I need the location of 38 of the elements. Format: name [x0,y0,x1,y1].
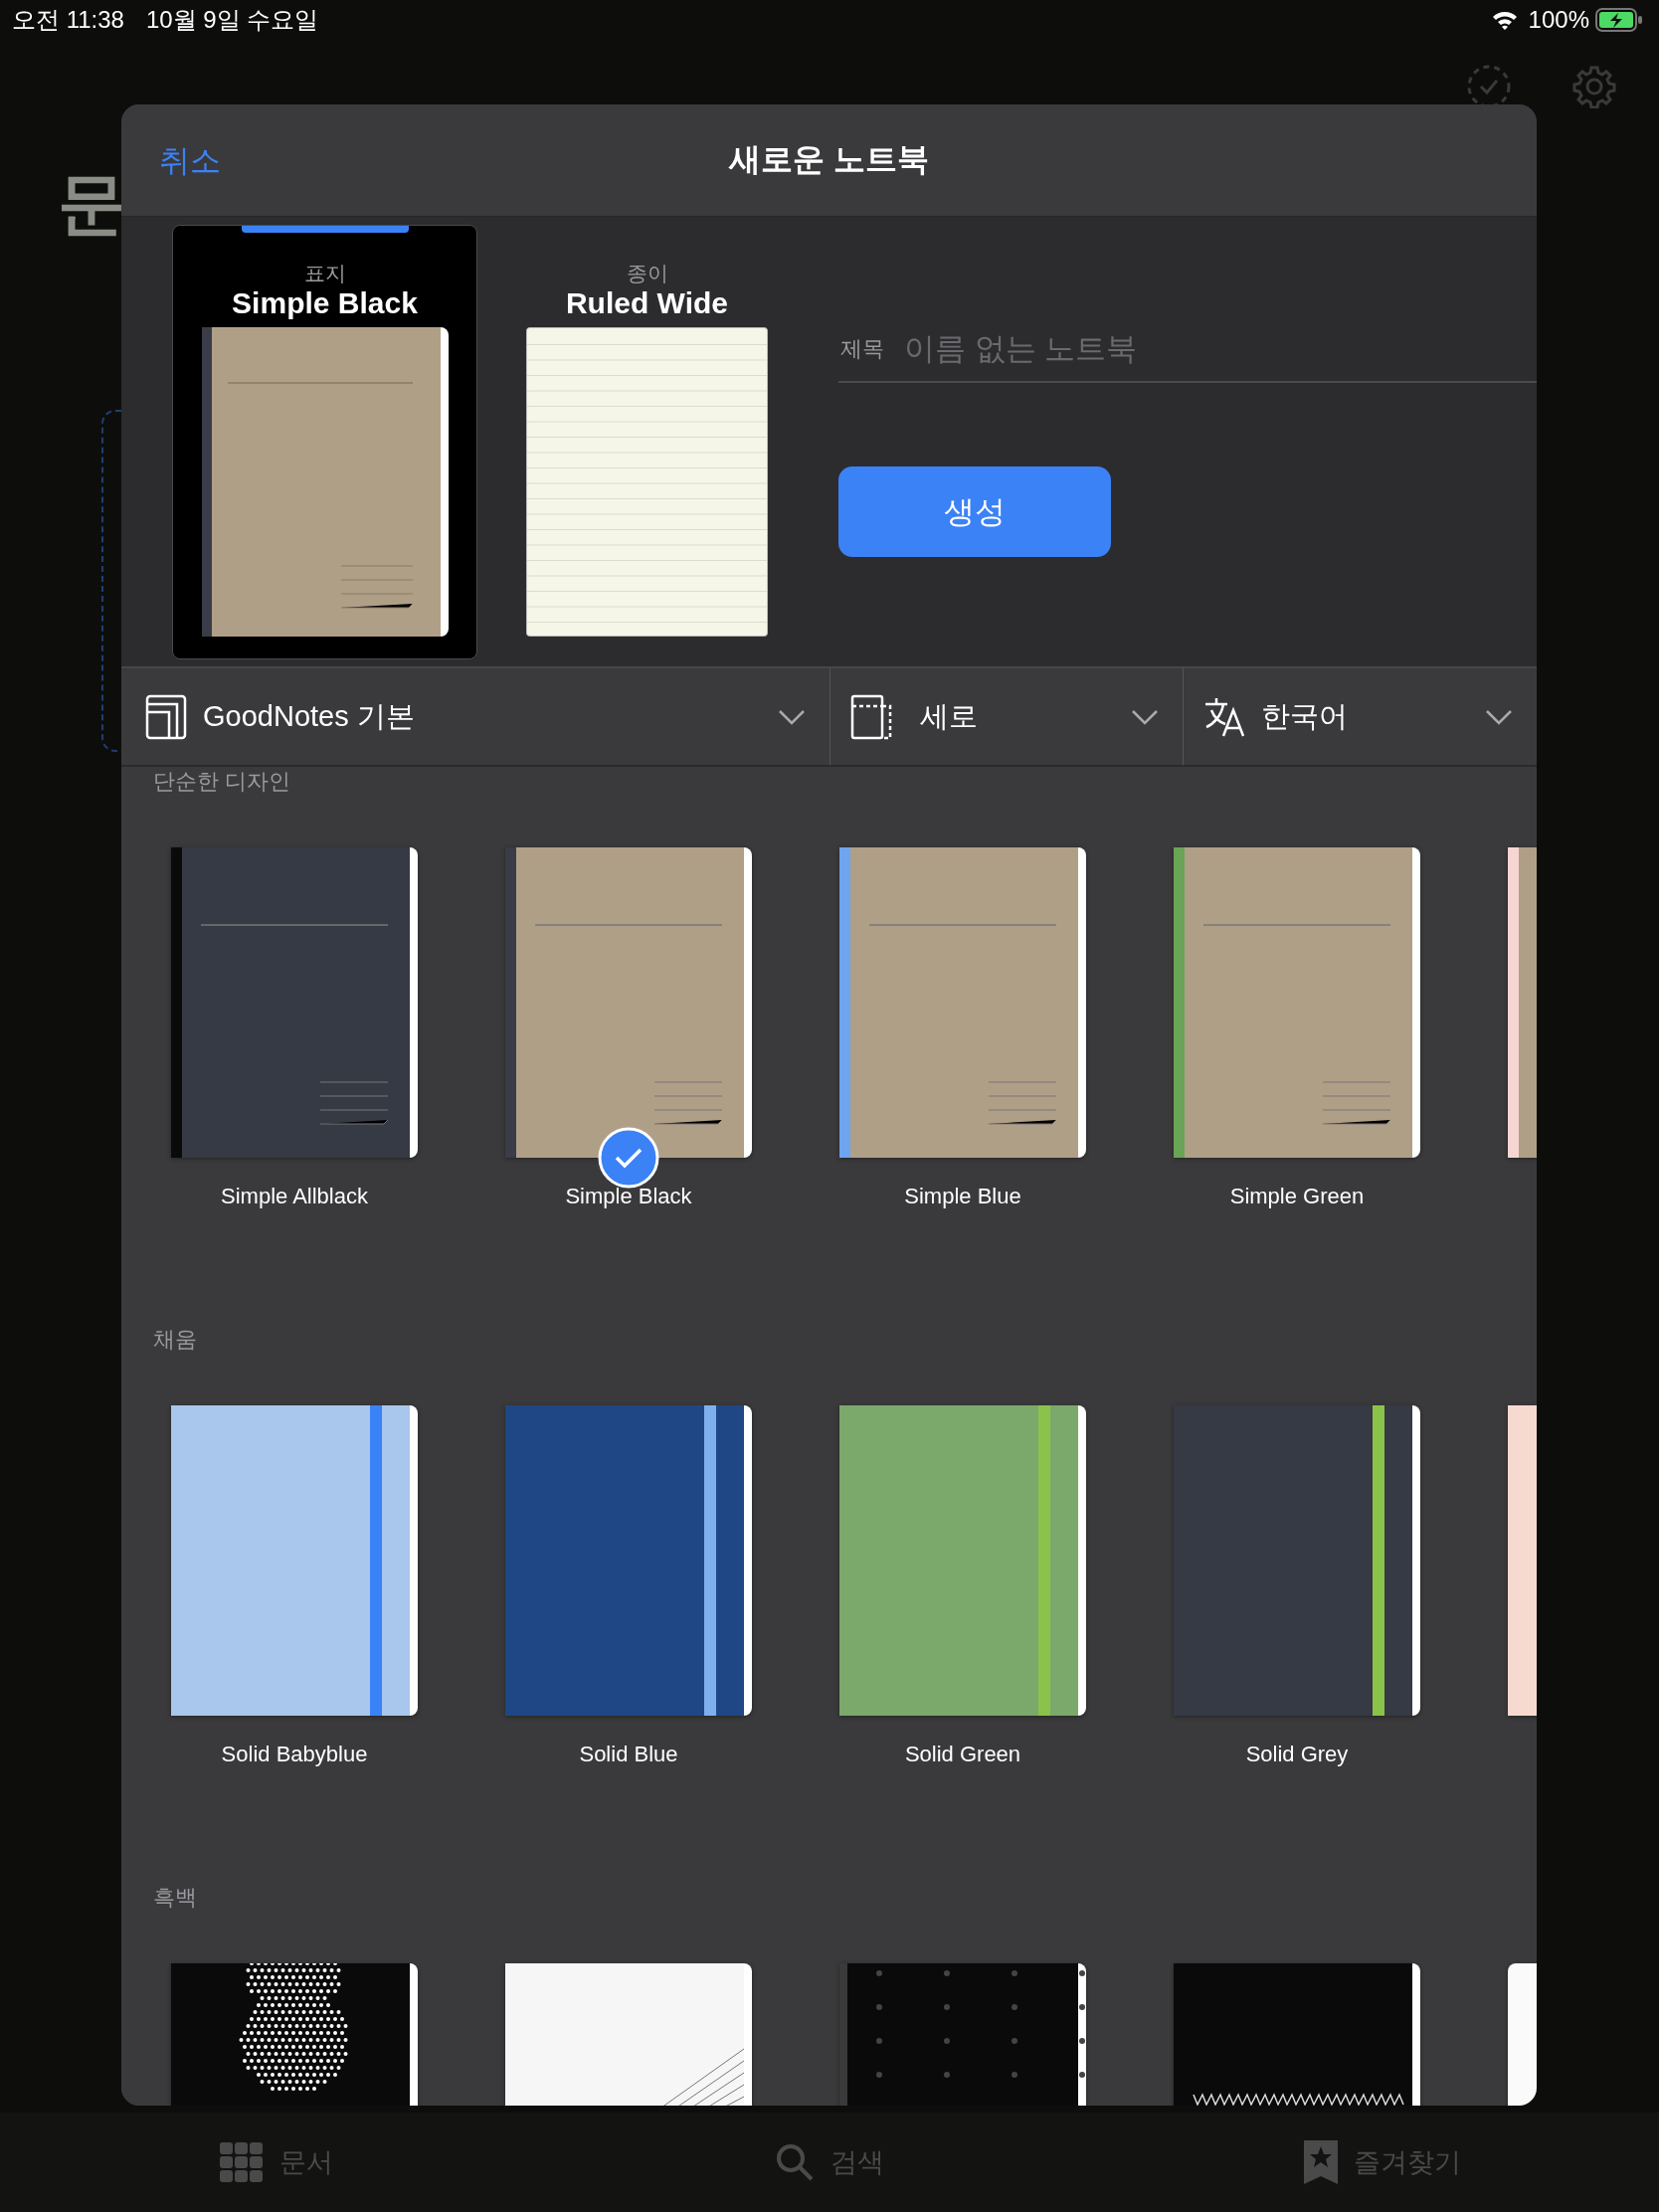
search-icon [775,2142,815,2182]
grid-icon [220,2142,264,2182]
cover-drawing[interactable] [505,847,752,1158]
cover-drawing[interactable] [505,1405,752,1716]
settings-icon[interactable] [1572,65,1616,108]
bookmark-star-icon [1304,2140,1338,2184]
cover-tab[interactable]: 표지 Simple Black [172,225,477,659]
dropdown[interactable]: 세로 [830,668,1184,765]
battery-level: 100% [1528,6,1589,34]
cover-drawing[interactable] [171,847,418,1158]
cover-name: Simple Blue [904,1183,1021,1210]
battery-icon [1595,8,1643,32]
cover-name: Solid Grey [1245,1741,1349,1768]
dropdown[interactable]: 한국어 [1184,668,1537,765]
status-date: 10월 9일 수요일 [145,5,319,35]
status-time: 오전 11:38 [12,5,124,35]
dialog-title: 새로운 노트북 [729,140,929,179]
chevron-down-icon [1131,708,1159,725]
section-title: 채움 [152,1326,198,1354]
title-field[interactable]: 이름 없는 노트북 [902,329,1537,368]
cover-name: Simple Green [1229,1183,1365,1210]
template-icon [145,693,187,740]
page-title: 문 [58,164,125,243]
cover-name: Solid Green [904,1741,1021,1768]
paper-tab[interactable]: 종이 Ruled Wide [494,225,800,659]
portrait-page-icon [850,693,892,740]
cover-name: Simple Black [565,1183,692,1210]
create-button[interactable]: 생성 [838,466,1111,557]
cover-name: Simple Allblack [221,1183,368,1210]
dropdown[interactable]: GoodNotes 기본 [121,668,830,765]
title-label: 제목 [840,334,884,363]
chevron-down-icon [1485,708,1513,725]
cover-name: Solid Babyblue [221,1741,368,1768]
chevron-down-icon [778,708,806,725]
cover-name: Solid Blue [579,1741,678,1768]
cover-drawing[interactable] [1174,1405,1420,1716]
section-title: 흑백 [152,1884,198,1912]
section-title: 단순한 디자인 [152,768,292,796]
